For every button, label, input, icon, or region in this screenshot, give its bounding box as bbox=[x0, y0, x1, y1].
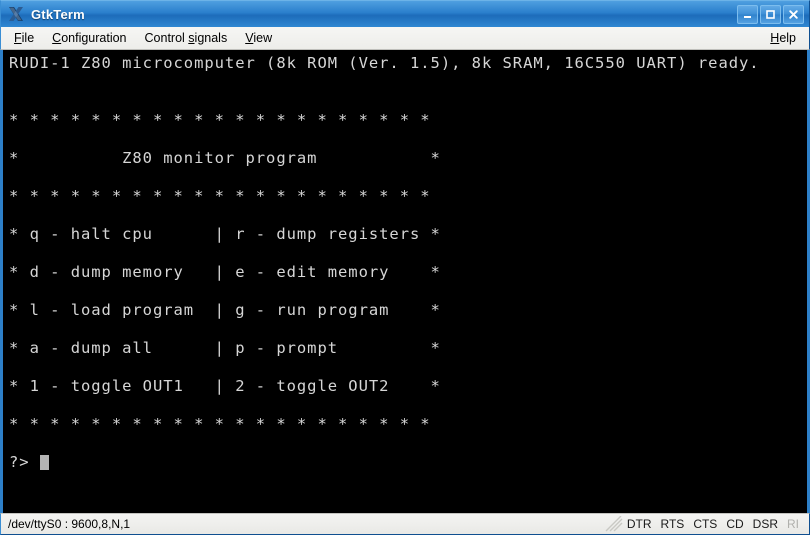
x11-logo-icon bbox=[7, 5, 25, 23]
title-bar[interactable]: GtkTerm bbox=[0, 0, 810, 27]
terminal-line: RUDI-1 Z80 microcomputer (8k ROM (Ver. 1… bbox=[9, 54, 760, 72]
terminal-output[interactable]: RUDI-1 Z80 microcomputer (8k ROM (Ver. 1… bbox=[3, 50, 807, 472]
terminal-line: * Z80 monitor program * bbox=[9, 149, 441, 167]
menu-configuration[interactable]: Configuration bbox=[43, 29, 135, 48]
terminal-area[interactable]: RUDI-1 Z80 microcomputer (8k ROM (Ver. 1… bbox=[0, 50, 810, 513]
signal-cd: CD bbox=[726, 517, 744, 531]
terminal-line: * * * * * * * * * * * * * * * * * * * * … bbox=[9, 187, 431, 205]
terminal-line: * q - halt cpu | r - dump registers * bbox=[9, 225, 441, 243]
status-port-label: /dev/ttyS0 : 9600,8,N,1 bbox=[8, 517, 131, 531]
minimize-icon bbox=[744, 15, 751, 18]
terminal-line: * * * * * * * * * * * * * * * * * * * * … bbox=[9, 111, 431, 129]
minimize-button[interactable] bbox=[737, 4, 758, 24]
menu-bar: File Configuration Control signals View … bbox=[0, 27, 810, 50]
terminal-line: * a - dump all | p - prompt * bbox=[9, 339, 441, 357]
menu-file[interactable]: File bbox=[5, 29, 43, 48]
terminal-line: * d - dump memory | e - edit memory * bbox=[9, 263, 441, 281]
menu-control-signals[interactable]: Control signals bbox=[136, 29, 237, 48]
menu-view[interactable]: View bbox=[236, 29, 281, 48]
terminal-cursor bbox=[39, 455, 49, 470]
close-button[interactable] bbox=[783, 4, 804, 24]
status-bar: /dev/ttyS0 : 9600,8,N,1 DTR RTS CTS CD DSR RI bbox=[0, 513, 810, 535]
signal-dtr: DTR bbox=[626, 517, 652, 531]
window-title: GtkTerm bbox=[31, 6, 85, 22]
signal-rts: RTS bbox=[660, 517, 685, 531]
window-controls bbox=[737, 4, 806, 24]
menu-help[interactable]: Help bbox=[761, 29, 805, 48]
prompt-text: ?> bbox=[9, 453, 40, 471]
maximize-icon bbox=[766, 9, 775, 19]
control-signal-indicators: DTR RTS CTS CD DSR RI bbox=[627, 517, 807, 531]
terminal-line: * 1 - toggle OUT1 | 2 - toggle OUT2 * bbox=[9, 377, 441, 395]
terminal-line: * l - load program | g - run program * bbox=[9, 301, 441, 319]
gtkterm-window: GtkTerm File Configuration Control signa… bbox=[0, 0, 810, 535]
terminal-prompt-line: ?> bbox=[9, 453, 807, 472]
terminal-line: * * * * * * * * * * * * * * * * * * * * … bbox=[9, 415, 431, 433]
resize-grip-icon[interactable] bbox=[605, 515, 623, 532]
close-icon bbox=[789, 9, 798, 19]
signal-cts: CTS bbox=[693, 517, 718, 531]
signal-dsr: DSR bbox=[752, 517, 778, 531]
signal-ri: RI bbox=[787, 517, 799, 531]
maximize-button[interactable] bbox=[760, 4, 781, 24]
